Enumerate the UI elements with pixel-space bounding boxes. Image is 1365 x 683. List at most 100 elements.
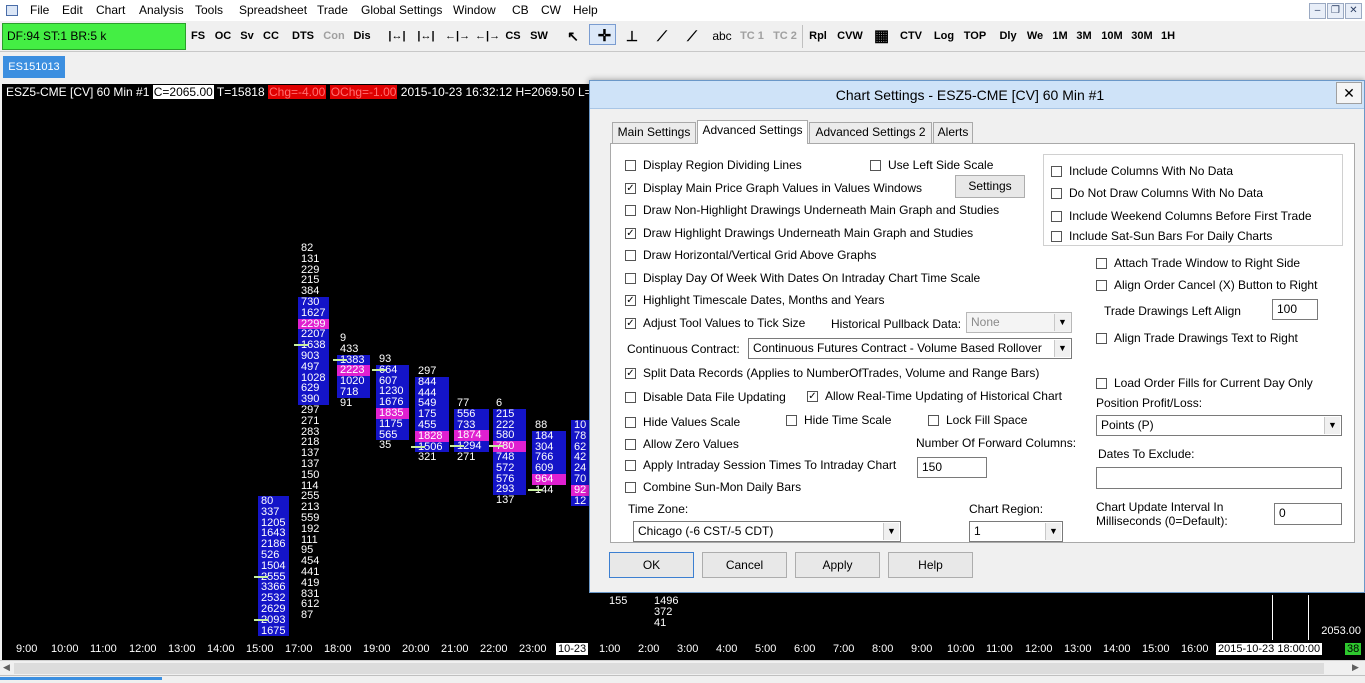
pointer-icon[interactable]: ↖	[563, 24, 583, 49]
tab-main-settings[interactable]: Main Settings	[612, 122, 696, 143]
cb-hide-time-scale[interactable]: Hide Time Scale	[786, 413, 891, 427]
minimize-icon[interactable]: –	[1309, 3, 1326, 19]
1h-button[interactable]: 1H	[1158, 24, 1178, 49]
update-interval-input[interactable]: 0	[1274, 503, 1342, 525]
cb-non-highlight-drawings[interactable]: Draw Non-Highlight Drawings Underneath M…	[625, 203, 999, 217]
dates-to-exclude-input[interactable]	[1096, 467, 1342, 489]
scroll-right-icon[interactable]: ▶	[1352, 662, 1359, 673]
cancel-button[interactable]: Cancel	[702, 552, 787, 578]
cb-intraday-session[interactable]: Apply Intraday Session Times To Intraday…	[625, 458, 896, 472]
help-button[interactable]: Help	[888, 552, 973, 578]
cb-hide-values-scale[interactable]: Hide Values Scale	[625, 415, 740, 429]
app-icon[interactable]	[6, 5, 18, 16]
3m-button[interactable]: 3M	[1074, 24, 1094, 49]
menu-edit[interactable]: Edit	[62, 3, 83, 17]
text-tool-button[interactable]: abc	[710, 24, 734, 49]
dis-button[interactable]: Dis	[351, 24, 373, 49]
cb-align-order-cancel[interactable]: Align Order Cancel (X) Button to Right	[1096, 278, 1317, 292]
menu-global-settings[interactable]: Global Settings	[361, 3, 442, 17]
cb-load-order-fills[interactable]: Load Order Fills for Current Day Only	[1096, 376, 1313, 390]
position-pl-select[interactable]: Points (P) ▼	[1096, 415, 1342, 436]
cb-highlight-timescale[interactable]: ✓ Highlight Timescale Dates, Months and Y…	[625, 293, 884, 307]
tvw-grid-icon[interactable]: ▦	[869, 24, 894, 49]
trade-drawings-left-align-input[interactable]: 100	[1272, 299, 1318, 320]
cb-highlight-drawings[interactable]: ✓ Draw Highlight Drawings Underneath Main…	[625, 226, 973, 240]
scrollbar-thumb[interactable]	[14, 663, 1324, 674]
cb-allow-realtime[interactable]: ✓ Allow Real-Time Updating of Historical …	[807, 389, 1062, 403]
chart-region-select[interactable]: 1 ▼	[969, 521, 1063, 542]
shift-left-icon[interactable]: ←|→	[445, 24, 470, 49]
time-zone-select[interactable]: Chicago (-6 CST/-5 CDT) ▼	[633, 521, 901, 542]
menu-analysis[interactable]: Analysis	[139, 3, 184, 17]
cb-region-dividing-lines[interactable]: Display Region Dividing Lines	[625, 158, 802, 172]
menu-cw[interactable]: CW	[541, 3, 561, 17]
sv-button[interactable]: Sv	[237, 24, 257, 49]
chart-tab[interactable]: ES151013	[3, 56, 65, 78]
cb-combine-sun-mon[interactable]: Combine Sun-Mon Daily Bars	[625, 480, 801, 494]
menu-tools[interactable]: Tools	[195, 3, 223, 17]
menu-trade[interactable]: Trade	[317, 3, 348, 17]
cb-main-price-values[interactable]: ✓ Display Main Price Graph Values in Valu…	[625, 181, 922, 195]
oc-button[interactable]: OC	[212, 24, 234, 49]
sw-button[interactable]: SW	[528, 24, 550, 49]
historical-pullback-select[interactable]: None ▼	[966, 312, 1072, 333]
menu-cb[interactable]: CB	[512, 3, 529, 17]
line-tool-icon[interactable]: ⟋	[651, 24, 673, 49]
cb-grid-above[interactable]: Draw Horizontal/Vertical Grid Above Grap…	[625, 248, 876, 262]
apply-button[interactable]: Apply	[795, 552, 880, 578]
cursor-line-icon[interactable]: ⊥	[622, 24, 642, 49]
we-button[interactable]: We	[1024, 24, 1046, 49]
1m-button[interactable]: 1M	[1050, 24, 1070, 49]
crosshair-icon[interactable]: ✛	[589, 24, 616, 45]
cb-day-of-week[interactable]: Display Day Of Week With Dates On Intrad…	[625, 271, 980, 285]
fs-button[interactable]: FS	[188, 24, 208, 49]
cb-adjust-tool-values[interactable]: ✓ Adjust Tool Values to Tick Size	[625, 316, 805, 330]
time-axis[interactable]: 9:00 10:00 11:00 12:00 13:00 14:00 15:00…	[2, 640, 1365, 660]
log-button[interactable]: Log	[933, 24, 955, 49]
dialog-title-bar[interactable]: Chart Settings - ESZ5-CME [CV] 60 Min #1…	[590, 81, 1364, 109]
top-button[interactable]: TOP	[963, 24, 987, 49]
30m-button[interactable]: 30M	[1129, 24, 1155, 49]
compress-bars-icon[interactable]: |↔|	[414, 24, 438, 49]
restore-icon[interactable]: ❐	[1327, 3, 1344, 19]
cb-attach-trade-window[interactable]: Attach Trade Window to Right Side	[1096, 256, 1300, 270]
tc1-button[interactable]: TC 1	[739, 24, 765, 49]
settings-button[interactable]: Settings	[955, 175, 1025, 198]
continuous-contract-select[interactable]: Continuous Futures Contract - Volume Bas…	[748, 338, 1072, 359]
menu-spreadsheet[interactable]: Spreadsheet	[239, 3, 307, 17]
tab-advanced-settings[interactable]: Advanced Settings	[697, 120, 808, 144]
cb-include-no-data[interactable]: Include Columns With No Data	[1051, 164, 1233, 178]
ray-tool-icon[interactable]: ⟋	[681, 24, 703, 49]
cb-include-weekend[interactable]: Include Weekend Columns Before First Tra…	[1051, 209, 1312, 223]
menu-file[interactable]: File	[30, 3, 49, 17]
close-icon[interactable]: ✕	[1336, 82, 1362, 104]
10m-button[interactable]: 10M	[1099, 24, 1125, 49]
tab-advanced-settings-2[interactable]: Advanced Settings 2	[809, 122, 932, 143]
dly-button[interactable]: Dly	[997, 24, 1019, 49]
ctv-button[interactable]: CTV	[899, 24, 923, 49]
cb-do-not-draw-no-data[interactable]: Do Not Draw Columns With No Data	[1051, 186, 1263, 200]
ok-button[interactable]: OK	[609, 552, 694, 578]
expand-bars-icon[interactable]: |↔|	[386, 24, 408, 49]
cb-allow-zero-values[interactable]: Allow Zero Values	[625, 437, 739, 451]
cs-button[interactable]: CS	[503, 24, 523, 49]
tab-alerts[interactable]: Alerts	[933, 122, 973, 143]
cb-include-sat-sun[interactable]: Include Sat-Sun Bars For Daily Charts	[1051, 229, 1272, 243]
tc2-button[interactable]: TC 2	[772, 24, 798, 49]
cvw-button[interactable]: CVW	[837, 24, 863, 49]
menu-chart[interactable]: Chart	[96, 3, 125, 17]
scroll-left-icon[interactable]: ◀	[3, 662, 10, 673]
rpl-button[interactable]: Rpl	[807, 24, 829, 49]
cb-use-left-side-scale[interactable]: Use Left Side Scale	[870, 158, 993, 172]
close-window-icon[interactable]: ✕	[1345, 3, 1362, 19]
forward-columns-input[interactable]: 150	[917, 457, 987, 478]
dts-button[interactable]: DTS	[290, 24, 316, 49]
cb-align-trade-drawings-text[interactable]: Align Trade Drawings Text to Right	[1096, 331, 1298, 345]
menu-window[interactable]: Window	[453, 3, 496, 17]
con-button[interactable]: Con	[322, 24, 346, 49]
cb-lock-fill-space[interactable]: Lock Fill Space	[928, 413, 1027, 427]
menu-help[interactable]: Help	[573, 3, 598, 17]
horizontal-scrollbar[interactable]: ◀ ▶	[0, 660, 1365, 675]
cb-disable-data-file[interactable]: Disable Data File Updating	[625, 390, 786, 404]
shift-right-icon[interactable]: ←|→	[475, 24, 500, 49]
